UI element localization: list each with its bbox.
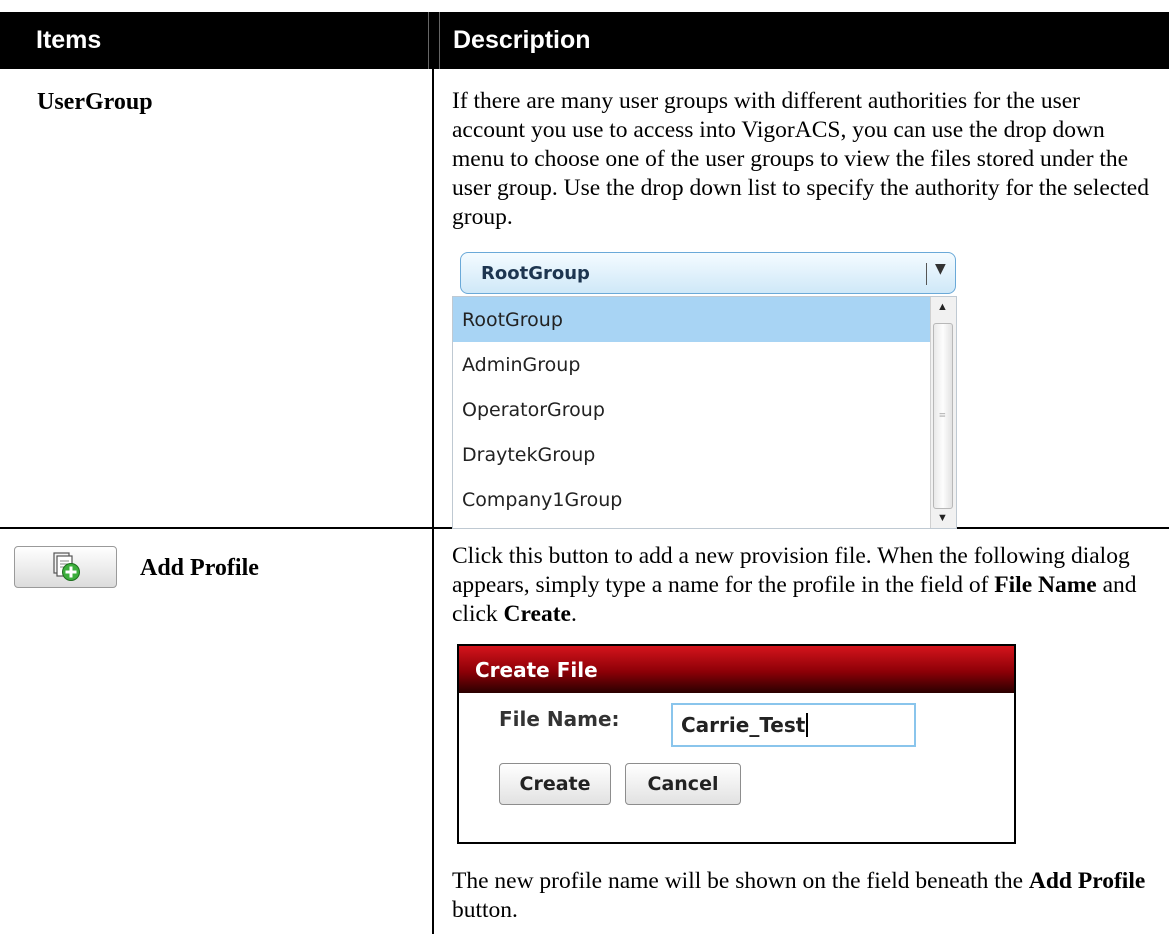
file-name-label: File Name:	[499, 707, 620, 731]
option-company1group[interactable]: Company1Group	[453, 477, 933, 522]
add-profile-button[interactable]	[14, 546, 117, 588]
create-file-dialog: Create File File Name: Carrie_Test Creat…	[457, 644, 1016, 844]
scroll-down-icon[interactable]: ▼	[937, 512, 948, 524]
grip-icon: ≡	[939, 408, 946, 422]
text-cursor	[806, 713, 809, 737]
desc-text: .	[570, 601, 577, 627]
header-items: Items	[0, 12, 428, 69]
note-bold-add-profile: Add Profile	[1028, 868, 1146, 894]
add-file-icon	[52, 552, 80, 581]
usergroup-description: If there are many user groups with diffe…	[452, 88, 1149, 230]
option-operatorgroup[interactable]: OperatorGroup	[453, 387, 933, 432]
file-name-input[interactable]: Carrie_Test	[671, 703, 916, 747]
usergroup-selected-value: RootGroup	[481, 262, 590, 284]
usergroup-select[interactable]: RootGroup ▼	[460, 252, 956, 294]
header-divider	[428, 12, 440, 69]
dialog-body: File Name: Carrie_Test Create Cancel	[459, 693, 1014, 842]
cancel-button[interactable]: Cancel	[625, 763, 741, 805]
select-separator	[926, 263, 927, 285]
note-text: The new profile name will be shown on th…	[452, 868, 1029, 894]
scroll-up-icon[interactable]: ▲	[937, 301, 948, 313]
add-profile-note: The new profile name will be shown on th…	[452, 867, 1157, 925]
option-admingroup[interactable]: AdminGroup	[453, 342, 933, 387]
add-profile-description: Click this button to add a new provision…	[452, 542, 1157, 629]
create-button[interactable]: Create	[499, 763, 611, 805]
option-draytekgroup[interactable]: DraytekGroup	[453, 432, 933, 477]
desc-bold-create: Create	[503, 601, 571, 627]
option-rootgroup[interactable]: RootGroup	[453, 297, 933, 342]
dialog-title: Create File	[459, 646, 1014, 693]
add-profile-label: Add Profile	[140, 555, 259, 581]
usergroup-options-list: RootGroup AdminGroup OperatorGroup Drayt…	[452, 296, 957, 529]
column-divider	[432, 69, 434, 934]
usergroup-label: UserGroup	[37, 89, 153, 115]
options-scrollbar[interactable]: ▲ ≡ ▼	[930, 297, 956, 528]
items-description-table: Items Description UserGroup If there are…	[0, 12, 1169, 934]
file-name-value: Carrie_Test	[681, 713, 806, 737]
chevron-down-icon[interactable]: ▼	[935, 261, 946, 277]
scrollbar-thumb[interactable]: ≡	[933, 323, 953, 509]
note-text: button.	[452, 897, 518, 923]
desc-bold-filename: File Name	[994, 572, 1097, 598]
usergroup-dropdown: RootGroup ▼ RootGroup AdminGroup Operato…	[452, 244, 960, 529]
header-description: Description	[440, 12, 1169, 69]
